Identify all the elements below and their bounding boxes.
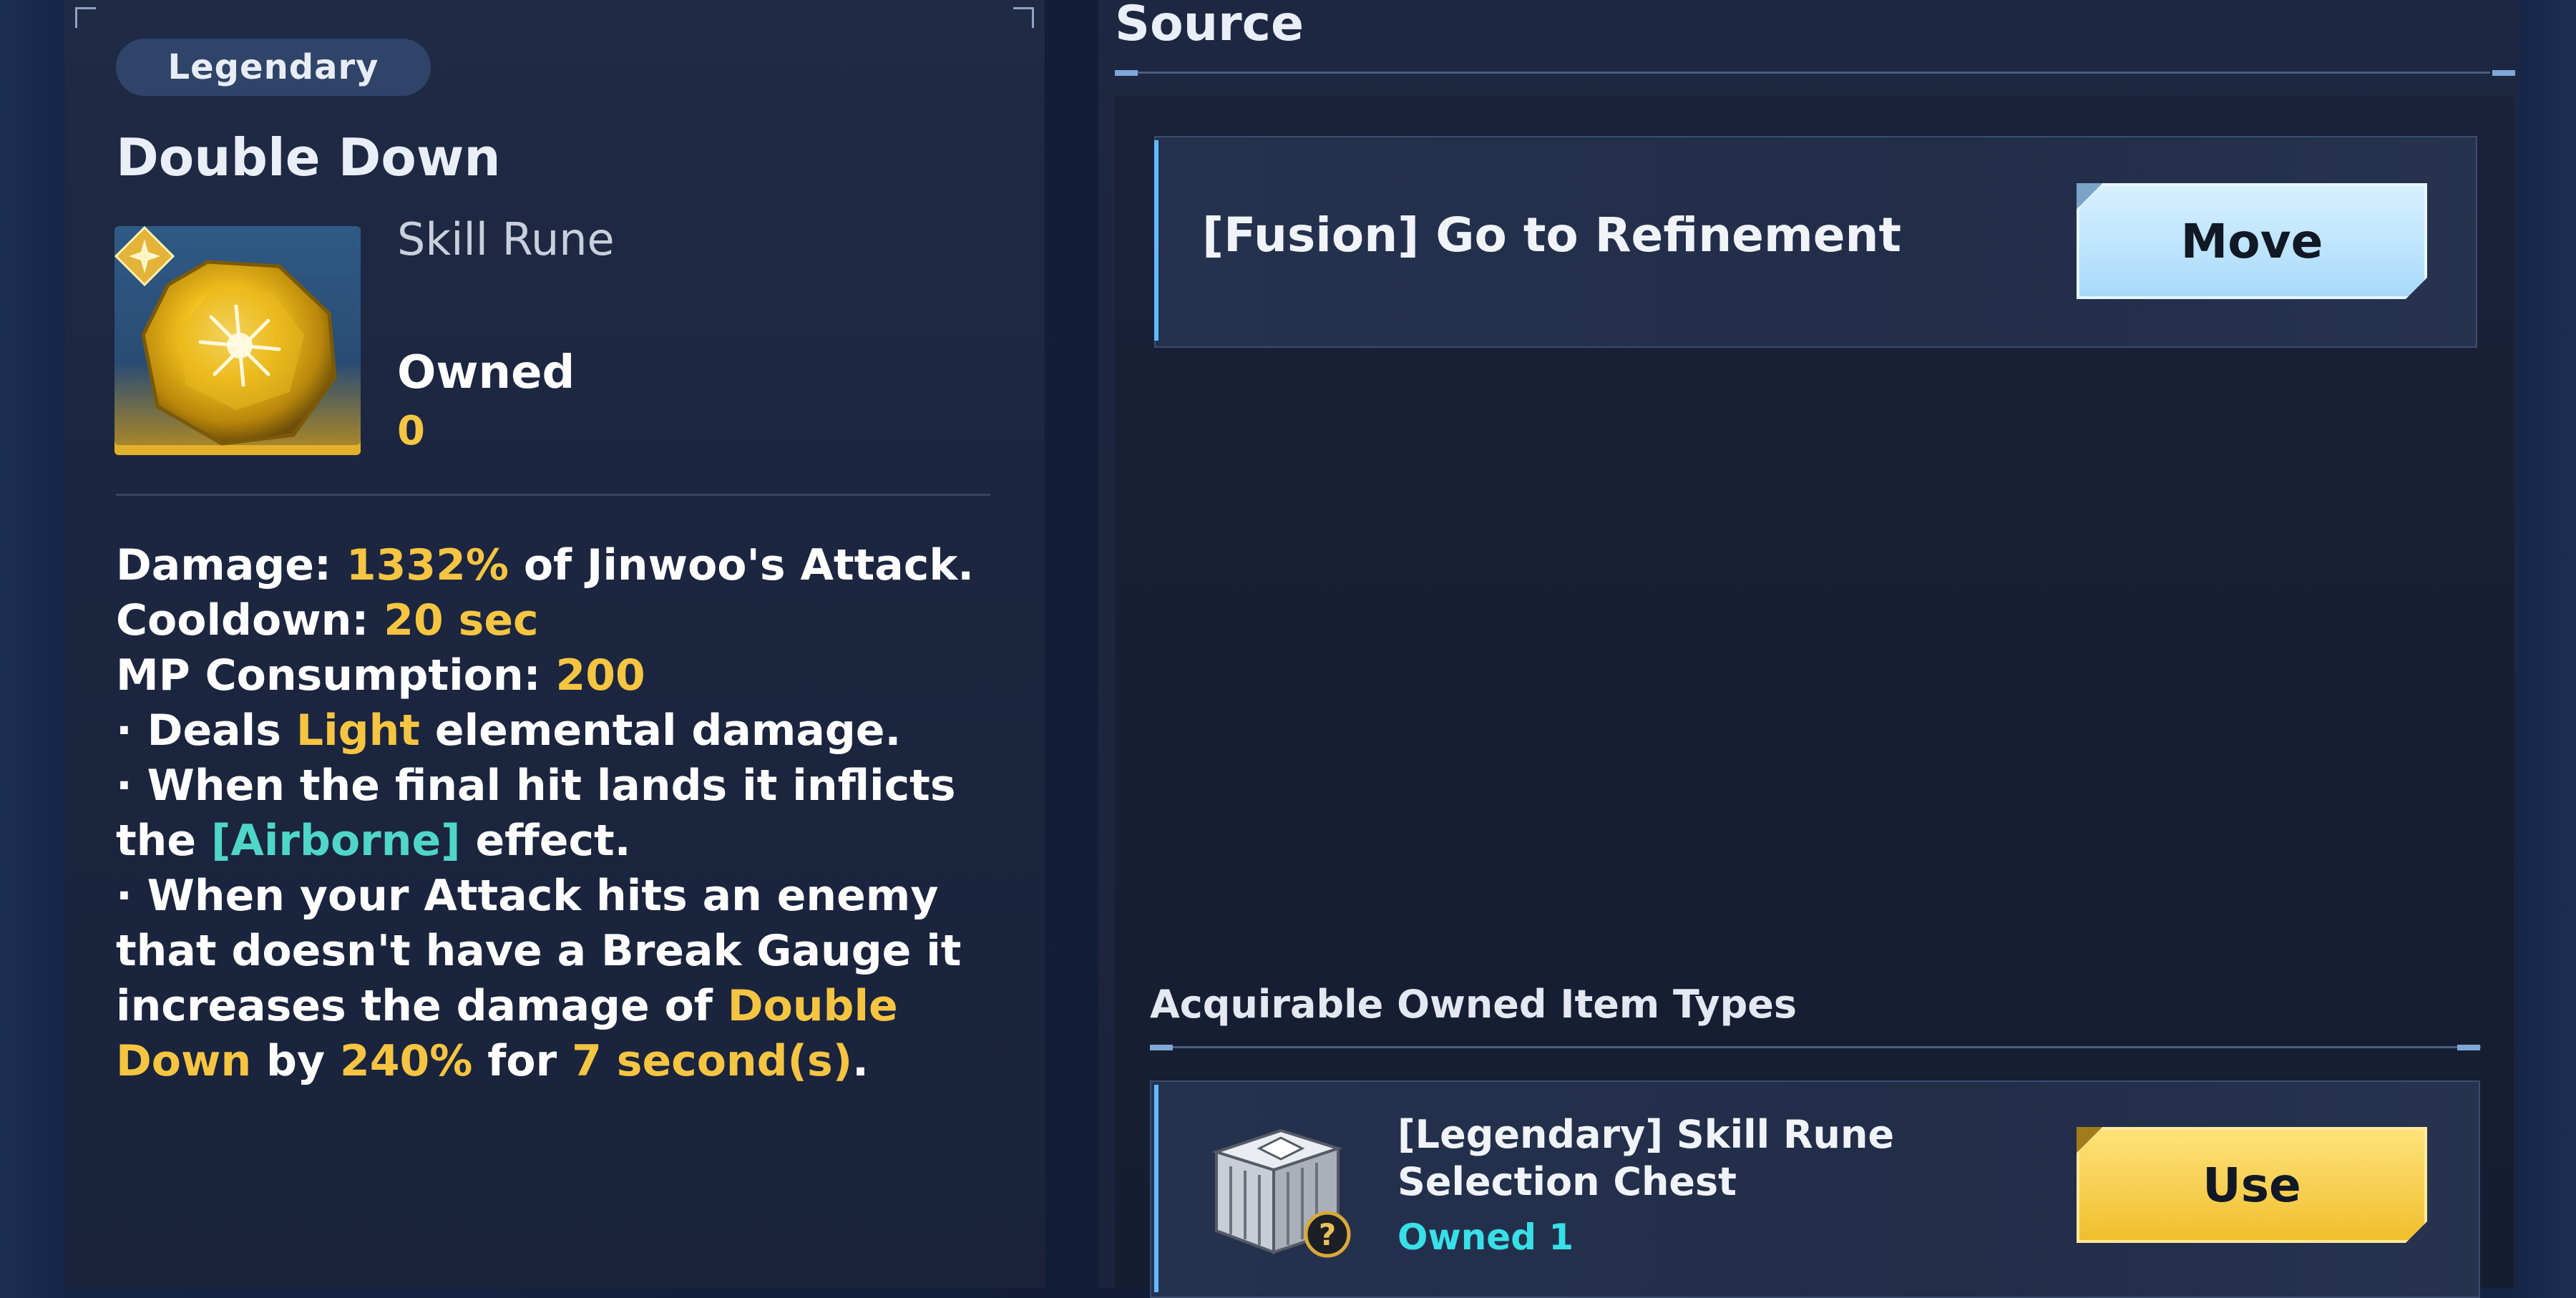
row-accent bbox=[1154, 1085, 1158, 1292]
button-corner-notch bbox=[2077, 1127, 2102, 1153]
svg-text:?: ? bbox=[1319, 1217, 1336, 1252]
bullet-break-gauge: · When your Attack hits an enemy that do… bbox=[116, 871, 962, 1086]
divider bbox=[1116, 72, 2490, 74]
item-type-label: Skill Rune bbox=[397, 213, 615, 265]
owned-count: 0 bbox=[397, 408, 425, 454]
divider-cap bbox=[2492, 70, 2515, 76]
divider-cap bbox=[1115, 70, 1138, 76]
divider-cap bbox=[1150, 1045, 1173, 1050]
acquirable-heading: Acquirable Owned Item Types bbox=[1150, 982, 1797, 1027]
divider-cap bbox=[2457, 1045, 2480, 1050]
silver-chest-icon: ? bbox=[1211, 1128, 1351, 1258]
rarity-badge: Legendary bbox=[116, 39, 431, 96]
source-heading: Source bbox=[1115, 0, 1304, 52]
bullet-airborne: · When the final hit lands it inflicts t… bbox=[116, 761, 956, 866]
panel-corner-bracket bbox=[75, 7, 96, 28]
panel-corner-bracket bbox=[1013, 7, 1034, 28]
star-badge-icon bbox=[114, 226, 175, 286]
move-button[interactable]: Move bbox=[2077, 183, 2427, 299]
question-mark-icon: ? bbox=[1304, 1211, 1351, 1258]
button-corner-notch bbox=[2077, 183, 2102, 209]
row-accent bbox=[1154, 140, 1158, 341]
chest-name: [Legendary] Skill Rune Selection Chest bbox=[1397, 1112, 1895, 1204]
bullet-element: · Deals Light elemental damage. bbox=[116, 706, 902, 756]
divider bbox=[116, 494, 990, 496]
item-title: Double Down bbox=[116, 127, 501, 187]
divider bbox=[1150, 1046, 2481, 1048]
cooldown-line: Cooldown: 20 sec bbox=[116, 595, 539, 645]
use-button[interactable]: Use bbox=[2077, 1127, 2427, 1243]
mp-line: MP Consumption: 200 bbox=[116, 650, 645, 701]
skill-description: Damage: 1332% of Jinwoo's Attack. Cooldo… bbox=[116, 538, 1018, 1089]
source-entry-label: [Fusion] Go to Refinement bbox=[1202, 208, 1902, 263]
damage-line: Damage: 1332% of Jinwoo's Attack. bbox=[116, 540, 975, 590]
chest-owned-count: Owned 1 bbox=[1397, 1216, 1574, 1258]
owned-label: Owned bbox=[397, 346, 575, 399]
